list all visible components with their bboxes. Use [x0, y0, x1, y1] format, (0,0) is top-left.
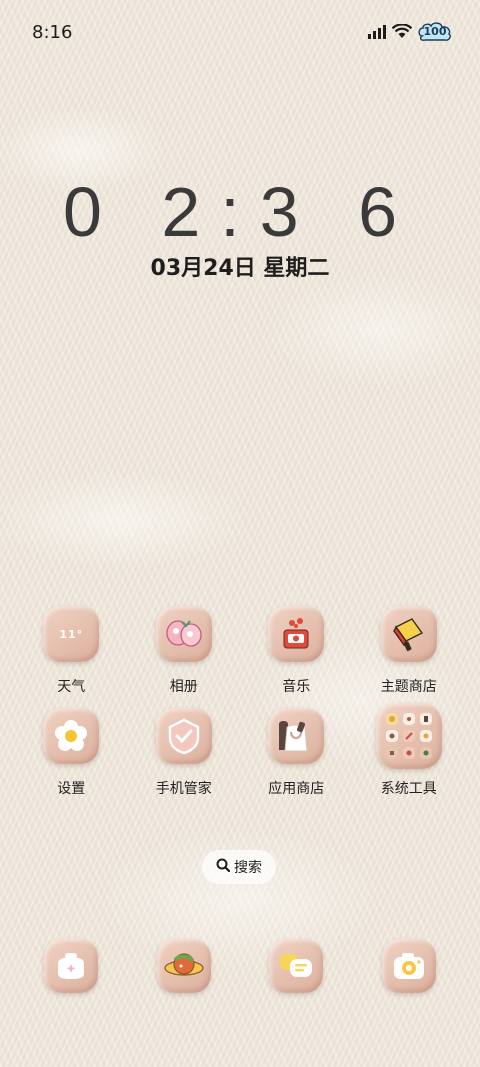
- clock-separator: :: [220, 173, 260, 251]
- app-label-theme-store: 主题商店: [380, 679, 437, 695]
- weather-icon[interactable]: 11°: [43, 606, 100, 662]
- system-tools-folder-icon[interactable]: [375, 703, 442, 769]
- status-icons: 100: [368, 22, 452, 44]
- settings-icon[interactable]: [43, 708, 100, 764]
- weather-temp: 11°: [59, 627, 84, 641]
- app-label-app-store: 应用商店: [268, 781, 325, 797]
- app-photos[interactable]: 相册: [128, 606, 241, 696]
- app-label-settings: 设置: [57, 781, 86, 797]
- app-system-tools-folder[interactable]: 系统工具: [353, 703, 466, 798]
- dock-messages[interactable]: [240, 939, 353, 993]
- search-icon: [216, 858, 231, 876]
- app-grid: 11° 天气 相册 音乐 主题商店 设置 手机管家 应用商店 系统工具: [15, 606, 465, 798]
- app-weather[interactable]: 11° 天气: [15, 606, 128, 696]
- search-label: 搜索: [234, 860, 262, 876]
- app-label-photos: 相册: [169, 679, 198, 695]
- phone-icon[interactable]: [44, 939, 99, 993]
- theme-store-icon[interactable]: [380, 606, 437, 662]
- home-clock[interactable]: 0 2:3 6: [0, 172, 480, 252]
- app-music[interactable]: 音乐: [240, 606, 353, 696]
- photos-icon[interactable]: [155, 606, 212, 662]
- dock-phone[interactable]: [15, 939, 128, 993]
- app-phone-manager[interactable]: 手机管家: [128, 708, 241, 798]
- app-settings[interactable]: 设置: [15, 708, 128, 798]
- phone-manager-icon[interactable]: [155, 708, 212, 764]
- app-label-phone-manager: 手机管家: [155, 781, 212, 797]
- app-label-weather: 天气: [57, 679, 86, 695]
- wifi-icon: [391, 22, 413, 43]
- status-time: 8:16: [32, 22, 73, 43]
- app-label-system-tools: 系统工具: [380, 781, 437, 797]
- battery-level: 100: [423, 25, 447, 38]
- app-label-music: 音乐: [282, 679, 311, 695]
- messages-icon[interactable]: [269, 939, 324, 993]
- signal-icon: [368, 24, 386, 43]
- browser-icon[interactable]: [156, 939, 211, 993]
- dock: [15, 939, 465, 993]
- app-store-icon[interactable]: [268, 708, 325, 764]
- camera-icon[interactable]: [381, 939, 436, 993]
- app-app-store[interactable]: 应用商店: [240, 708, 353, 798]
- app-theme-store[interactable]: 主题商店: [353, 606, 466, 696]
- search-button[interactable]: 搜索: [202, 850, 276, 884]
- dock-camera[interactable]: [353, 939, 466, 993]
- clock-hours: 0 2: [62, 173, 221, 251]
- dock-browser[interactable]: [128, 939, 241, 993]
- home-date[interactable]: 03月24日 星期二: [0, 250, 480, 282]
- clock-minutes: 3 6: [259, 173, 418, 251]
- music-icon[interactable]: [268, 606, 325, 662]
- battery-icon: 100: [418, 22, 452, 44]
- status-bar: 8:16 100: [0, 0, 480, 68]
